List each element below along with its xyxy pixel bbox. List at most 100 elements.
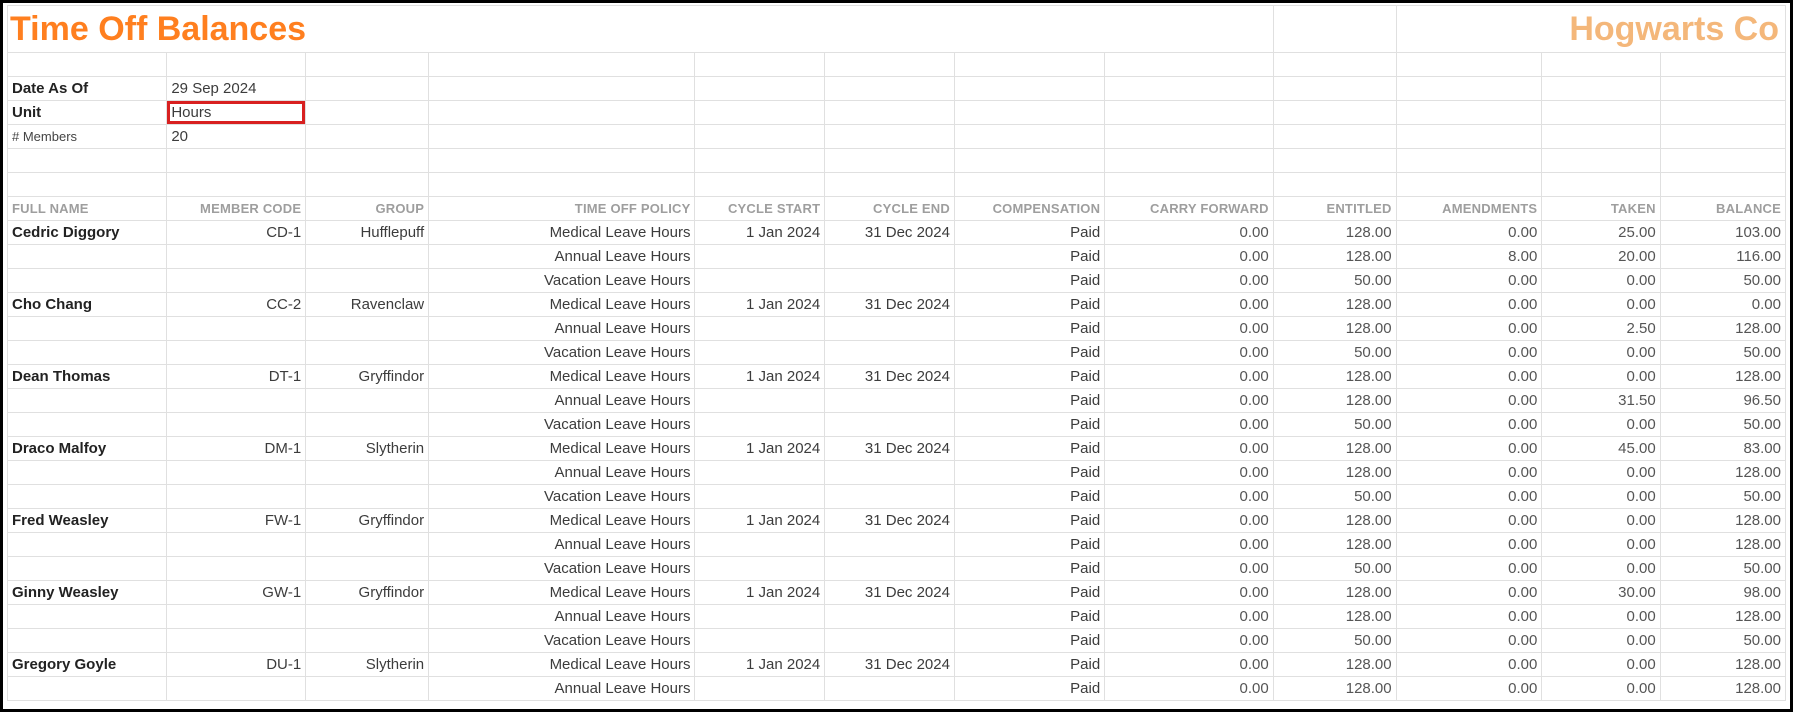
cycle-start xyxy=(695,605,825,629)
amendments: 0.00 xyxy=(1396,293,1542,317)
title-row: Time Off Balances Hogwarts Co xyxy=(8,6,1786,53)
col-cycle-end: CYCLE END xyxy=(825,197,955,221)
compensation: Paid xyxy=(954,629,1104,653)
member-name xyxy=(8,677,167,701)
meta-unit-row: Unit Hours xyxy=(8,101,1786,125)
member-group: Slytherin xyxy=(306,437,429,461)
amendments: 0.00 xyxy=(1396,269,1542,293)
policy: Annual Leave Hours xyxy=(429,389,695,413)
cycle-start: 1 Jan 2024 xyxy=(695,509,825,533)
balance: 128.00 xyxy=(1660,677,1785,701)
entitled: 128.00 xyxy=(1273,221,1396,245)
cycle-end xyxy=(825,605,955,629)
compensation: Paid xyxy=(954,461,1104,485)
cycle-end: 31 Dec 2024 xyxy=(825,653,955,677)
member-name: Dean Thomas xyxy=(8,365,167,389)
carry-forward: 0.00 xyxy=(1105,317,1274,341)
compensation: Paid xyxy=(954,221,1104,245)
cycle-end xyxy=(825,677,955,701)
member-group: Gryffindor xyxy=(306,581,429,605)
member-group xyxy=(306,461,429,485)
balance: 0.00 xyxy=(1660,293,1785,317)
table-row: Annual Leave HoursPaid0.00128.000.000.00… xyxy=(8,605,1786,629)
compensation: Paid xyxy=(954,653,1104,677)
member-code: CD-1 xyxy=(167,221,306,245)
balance: 128.00 xyxy=(1660,533,1785,557)
member-name: Fred Weasley xyxy=(8,509,167,533)
cycle-start: 1 Jan 2024 xyxy=(695,437,825,461)
balance: 116.00 xyxy=(1660,245,1785,269)
carry-forward: 0.00 xyxy=(1105,485,1274,509)
cycle-end xyxy=(825,485,955,509)
entitled: 128.00 xyxy=(1273,533,1396,557)
member-code xyxy=(167,341,306,365)
date-value: 29 Sep 2024 xyxy=(167,77,306,101)
cycle-end xyxy=(825,461,955,485)
carry-forward: 0.00 xyxy=(1105,341,1274,365)
col-entitled: ENTITLED xyxy=(1273,197,1396,221)
table-row: Cho ChangCC-2RavenclawMedical Leave Hour… xyxy=(8,293,1786,317)
compensation: Paid xyxy=(954,293,1104,317)
carry-forward: 0.00 xyxy=(1105,389,1274,413)
amendments: 0.00 xyxy=(1396,341,1542,365)
entitled: 50.00 xyxy=(1273,485,1396,509)
table-row: Annual Leave HoursPaid0.00128.000.002.50… xyxy=(8,317,1786,341)
balance: 128.00 xyxy=(1660,653,1785,677)
table-row: Vacation Leave HoursPaid0.0050.000.000.0… xyxy=(8,557,1786,581)
member-group: Slytherin xyxy=(306,653,429,677)
table-row: Vacation Leave HoursPaid0.0050.000.000.0… xyxy=(8,413,1786,437)
cycle-end xyxy=(825,557,955,581)
taken: 0.00 xyxy=(1542,677,1660,701)
cycle-start xyxy=(695,317,825,341)
taken: 0.00 xyxy=(1542,605,1660,629)
compensation: Paid xyxy=(954,437,1104,461)
table-row: Cedric DiggoryCD-1HufflepuffMedical Leav… xyxy=(8,221,1786,245)
col-amendments: AMENDMENTS xyxy=(1396,197,1542,221)
amendments: 0.00 xyxy=(1396,437,1542,461)
compensation: Paid xyxy=(954,365,1104,389)
balance: 50.00 xyxy=(1660,485,1785,509)
taken: 30.00 xyxy=(1542,581,1660,605)
entitled: 50.00 xyxy=(1273,629,1396,653)
table-row: Annual Leave HoursPaid0.00128.000.0031.5… xyxy=(8,389,1786,413)
cycle-end: 31 Dec 2024 xyxy=(825,581,955,605)
member-name xyxy=(8,413,167,437)
entitled: 50.00 xyxy=(1273,341,1396,365)
balance: 83.00 xyxy=(1660,437,1785,461)
col-member-code: MEMBER CODE xyxy=(167,197,306,221)
member-name xyxy=(8,317,167,341)
cycle-end: 31 Dec 2024 xyxy=(825,365,955,389)
amendments: 0.00 xyxy=(1396,677,1542,701)
unit-value[interactable]: Hours xyxy=(167,101,306,125)
member-group xyxy=(306,317,429,341)
cycle-start xyxy=(695,677,825,701)
cycle-end xyxy=(825,389,955,413)
compensation: Paid xyxy=(954,341,1104,365)
balance: 98.00 xyxy=(1660,581,1785,605)
balance: 50.00 xyxy=(1660,413,1785,437)
cycle-start: 1 Jan 2024 xyxy=(695,221,825,245)
carry-forward: 0.00 xyxy=(1105,221,1274,245)
amendments: 0.00 xyxy=(1396,365,1542,389)
member-code xyxy=(167,629,306,653)
cycle-end xyxy=(825,533,955,557)
member-name xyxy=(8,485,167,509)
compensation: Paid xyxy=(954,317,1104,341)
policy: Medical Leave Hours xyxy=(429,293,695,317)
table-row: Annual Leave HoursPaid0.00128.008.0020.0… xyxy=(8,245,1786,269)
policy: Annual Leave Hours xyxy=(429,317,695,341)
amendments: 0.00 xyxy=(1396,389,1542,413)
member-code: GW-1 xyxy=(167,581,306,605)
col-balance: BALANCE xyxy=(1660,197,1785,221)
date-label: Date As Of xyxy=(8,77,167,101)
member-group xyxy=(306,485,429,509)
member-name xyxy=(8,341,167,365)
taken: 0.00 xyxy=(1542,269,1660,293)
amendments: 8.00 xyxy=(1396,245,1542,269)
member-code xyxy=(167,413,306,437)
col-full-name: FULL NAME xyxy=(8,197,167,221)
member-group xyxy=(306,677,429,701)
taken: 0.00 xyxy=(1542,653,1660,677)
balance: 128.00 xyxy=(1660,509,1785,533)
policy: Medical Leave Hours xyxy=(429,581,695,605)
